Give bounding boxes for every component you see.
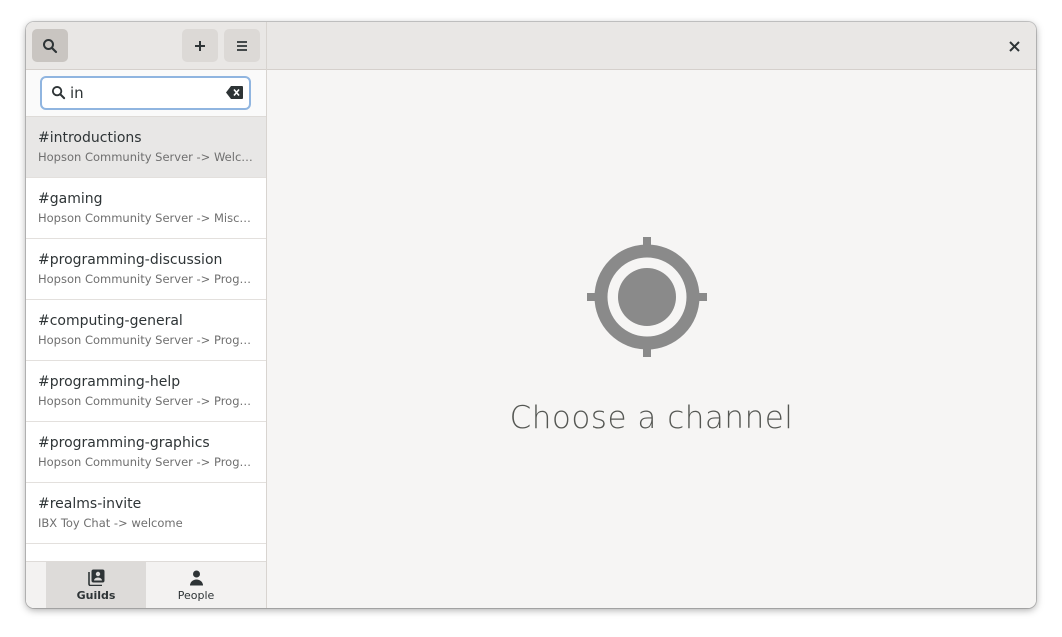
channel-path: Hopson Community Server -> Progra... bbox=[38, 333, 254, 347]
main-menu-button[interactable] bbox=[224, 29, 260, 62]
app-window: #introductions Hopson Community Server -… bbox=[26, 22, 1036, 608]
sidebar: #introductions Hopson Community Server -… bbox=[26, 22, 267, 608]
guilds-icon bbox=[87, 569, 104, 586]
tab-people[interactable]: People bbox=[146, 562, 246, 608]
search-entry[interactable] bbox=[40, 76, 251, 110]
channel-path: IBX Toy Chat -> welcome bbox=[38, 516, 183, 530]
channel-path: Hopson Community Server -> Progra... bbox=[38, 455, 254, 469]
channel-name: #computing-general bbox=[38, 313, 183, 329]
channel-path: Hopson Community Server -> Progra... bbox=[38, 272, 254, 286]
plus-icon bbox=[195, 40, 205, 51]
view-switcher: Guilds People bbox=[26, 561, 266, 608]
channel-path: Hopson Community Server -> Welcome bbox=[38, 150, 254, 164]
close-icon bbox=[1008, 40, 1020, 52]
channel-name: #programming-graphics bbox=[38, 435, 210, 451]
search-icon bbox=[51, 85, 66, 100]
channel-item[interactable]: #programming-graphics Hopson Community S… bbox=[26, 422, 266, 483]
empty-state-title: Choose a channel bbox=[509, 400, 794, 436]
menu-icon bbox=[237, 40, 247, 51]
sidebar-header bbox=[26, 22, 266, 70]
channel-item[interactable]: #computing-general Hopson Community Serv… bbox=[26, 300, 266, 361]
channel-name: #introductions bbox=[38, 130, 142, 146]
empty-state: Choose a channel bbox=[267, 70, 1036, 608]
search-icon bbox=[43, 38, 58, 53]
main-header bbox=[267, 22, 1036, 70]
channel-item[interactable]: #realms-invite IBX Toy Chat -> welcome bbox=[26, 483, 266, 544]
channel-name: #programming-help bbox=[38, 374, 181, 390]
tab-guilds[interactable]: Guilds bbox=[46, 562, 146, 608]
target-icon bbox=[587, 237, 707, 357]
clear-text-icon[interactable] bbox=[226, 86, 243, 99]
channel-item[interactable]: #programming-help Hopson Community Serve… bbox=[26, 361, 266, 422]
channel-path: Hopson Community Server -> Miscell... bbox=[38, 211, 254, 225]
channel-item-partial[interactable] bbox=[26, 544, 266, 561]
channel-item[interactable]: #programming-discussion Hopson Community… bbox=[26, 239, 266, 300]
search-bar bbox=[26, 70, 266, 117]
channel-name: #gaming bbox=[38, 191, 103, 207]
search-toggle-button[interactable] bbox=[32, 29, 68, 62]
channel-name: #realms-invite bbox=[38, 496, 142, 512]
channel-item[interactable]: #introductions Hopson Community Server -… bbox=[26, 117, 266, 178]
channel-item[interactable]: #gaming Hopson Community Server -> Misce… bbox=[26, 178, 266, 239]
tab-people-label: People bbox=[177, 588, 215, 602]
close-button[interactable] bbox=[1002, 34, 1026, 58]
person-icon bbox=[189, 570, 203, 585]
channel-name: #programming-discussion bbox=[38, 252, 223, 268]
tab-guilds-label: Guilds bbox=[76, 589, 116, 602]
channel-path: Hopson Community Server -> Progra... bbox=[38, 394, 254, 408]
add-button[interactable] bbox=[182, 29, 218, 62]
channel-list: #introductions Hopson Community Server -… bbox=[26, 117, 266, 561]
search-input[interactable] bbox=[70, 82, 220, 104]
